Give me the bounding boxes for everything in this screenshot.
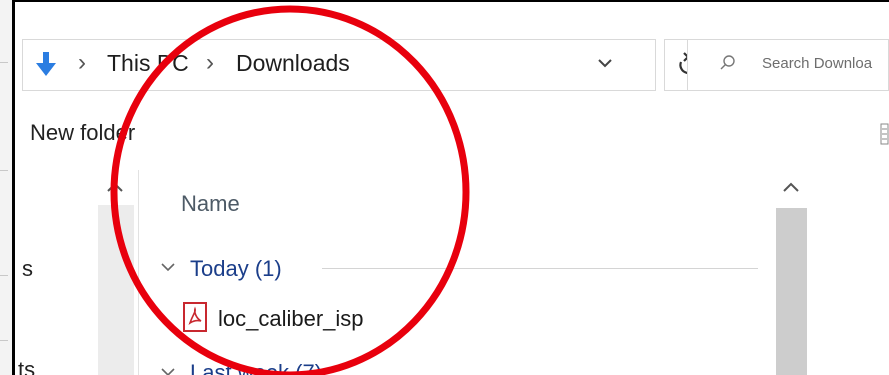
breadcrumb-separator[interactable]: › bbox=[206, 49, 214, 77]
file-item-name[interactable]: loc_caliber_isp bbox=[218, 306, 364, 332]
chevron-down-icon[interactable] bbox=[596, 53, 614, 73]
details-pane bbox=[808, 170, 889, 375]
edge-tick bbox=[0, 170, 8, 171]
nav-item-partial[interactable]: s bbox=[22, 256, 33, 282]
down-arrow-icon bbox=[36, 52, 56, 76]
nav-item-partial[interactable]: ts bbox=[18, 357, 35, 375]
group-header-last-week[interactable]: Last week (7) bbox=[190, 360, 322, 375]
new-folder-button[interactable]: New folder bbox=[30, 120, 135, 146]
search-icon bbox=[720, 55, 735, 70]
group-header-today[interactable]: Today (1) bbox=[190, 256, 282, 282]
search-placeholder[interactable]: Search Downloa bbox=[762, 55, 872, 72]
list-scrollbar-thumb[interactable] bbox=[776, 208, 807, 375]
list-scroll-up-icon[interactable] bbox=[780, 177, 802, 199]
nav-scrollbar[interactable] bbox=[98, 205, 134, 375]
chevron-down-icon[interactable] bbox=[159, 364, 177, 375]
edge-tick bbox=[0, 275, 8, 276]
view-options-icon[interactable] bbox=[880, 122, 889, 146]
breadcrumb-downloads[interactable]: Downloads bbox=[236, 50, 350, 77]
nav-scroll-up-icon[interactable] bbox=[104, 177, 126, 199]
background-window-edge bbox=[0, 0, 12, 375]
pdf-icon bbox=[183, 302, 207, 332]
edge-tick bbox=[0, 340, 8, 341]
group-divider bbox=[322, 268, 758, 269]
column-header-name[interactable]: Name bbox=[181, 191, 240, 217]
edge-tick bbox=[0, 62, 8, 63]
breadcrumb-separator[interactable]: › bbox=[78, 49, 86, 77]
chevron-down-icon[interactable] bbox=[159, 259, 177, 275]
breadcrumb-this-pc[interactable]: This PC bbox=[107, 50, 189, 77]
